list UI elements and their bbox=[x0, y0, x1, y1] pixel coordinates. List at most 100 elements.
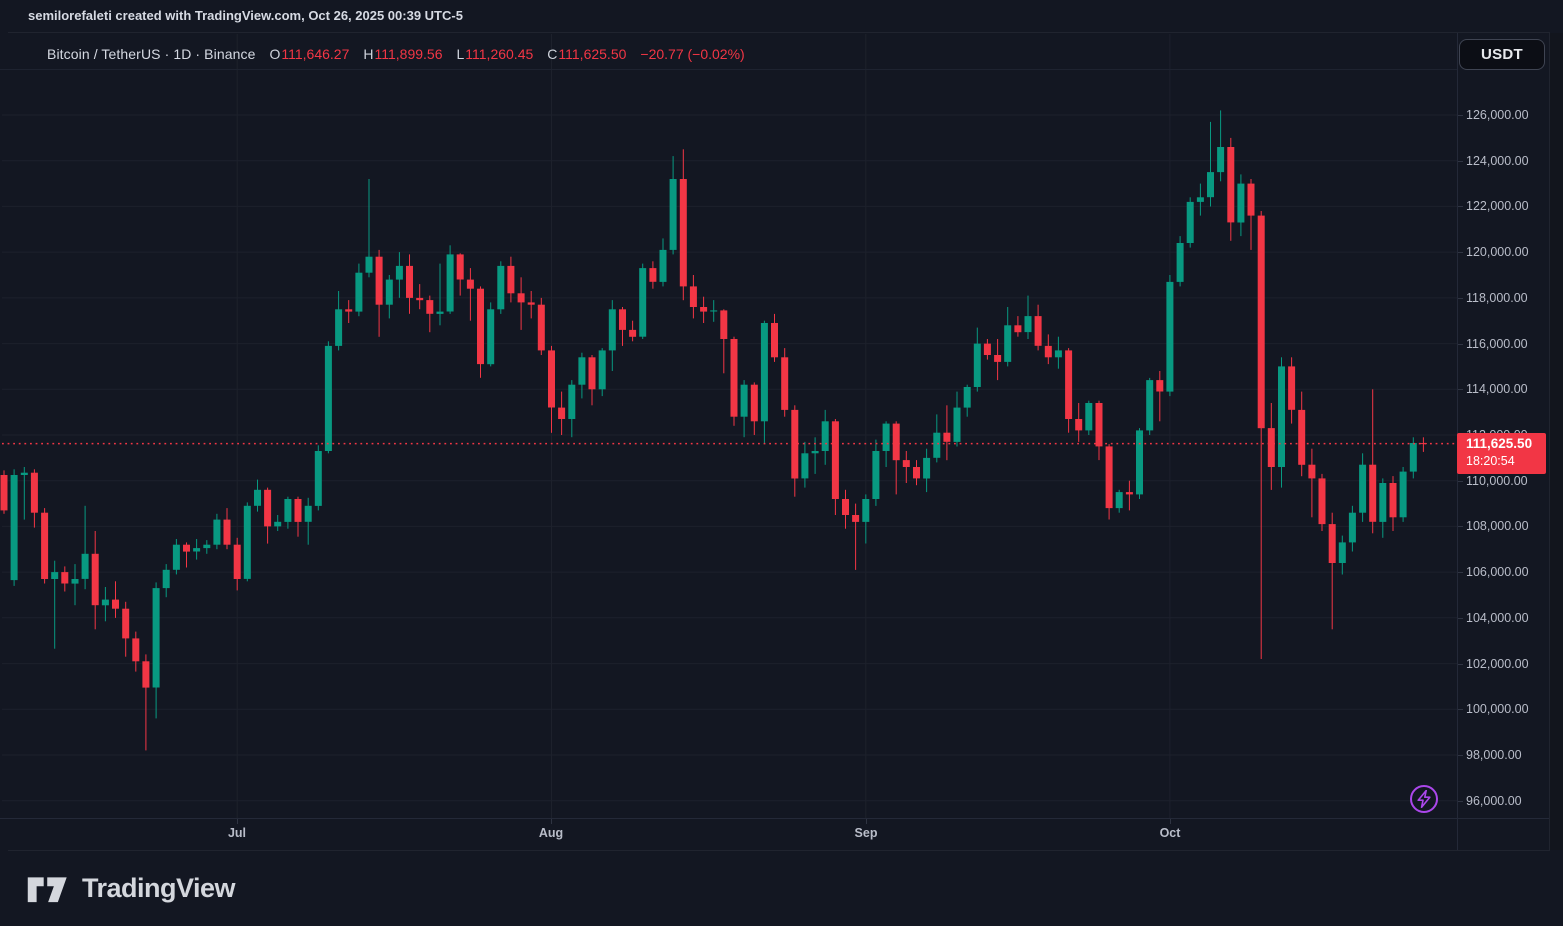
candle[interactable] bbox=[1227, 147, 1234, 222]
candle[interactable] bbox=[578, 357, 585, 384]
candle[interactable] bbox=[1359, 465, 1366, 513]
candle[interactable] bbox=[1106, 446, 1113, 508]
candle[interactable] bbox=[548, 350, 555, 407]
candle[interactable] bbox=[477, 289, 484, 364]
candle[interactable] bbox=[629, 330, 636, 337]
candle[interactable] bbox=[224, 520, 231, 545]
candle[interactable] bbox=[416, 298, 423, 300]
candle[interactable] bbox=[122, 609, 129, 639]
candle[interactable] bbox=[112, 600, 119, 609]
candle[interactable] bbox=[173, 545, 180, 570]
candle[interactable] bbox=[487, 309, 494, 364]
candle[interactable] bbox=[1349, 513, 1356, 543]
candle[interactable] bbox=[1379, 483, 1386, 522]
candle[interactable] bbox=[457, 254, 464, 279]
candle[interactable] bbox=[1369, 465, 1376, 522]
candle[interactable] bbox=[1096, 403, 1103, 446]
candle[interactable] bbox=[497, 266, 504, 309]
candle[interactable] bbox=[295, 499, 302, 522]
candle[interactable] bbox=[386, 280, 393, 305]
candle[interactable] bbox=[832, 421, 839, 499]
candle[interactable] bbox=[335, 309, 342, 346]
candle[interactable] bbox=[862, 499, 869, 522]
candle[interactable] bbox=[355, 273, 362, 312]
candle[interactable] bbox=[51, 572, 58, 579]
candle[interactable] bbox=[781, 357, 788, 410]
candle[interactable] bbox=[447, 254, 454, 311]
candle[interactable] bbox=[1197, 197, 1204, 202]
candle[interactable] bbox=[1288, 366, 1295, 409]
candle[interactable] bbox=[609, 309, 616, 350]
candle[interactable] bbox=[1217, 147, 1224, 172]
candle[interactable] bbox=[639, 268, 646, 337]
candle[interactable] bbox=[589, 357, 596, 389]
candle[interactable] bbox=[92, 554, 99, 605]
candle[interactable] bbox=[203, 545, 210, 548]
candle[interactable] bbox=[284, 499, 291, 522]
tradingview-logo[interactable]: TradingView bbox=[26, 870, 235, 906]
candle[interactable] bbox=[163, 570, 170, 588]
candle[interactable] bbox=[1126, 492, 1133, 494]
candle[interactable] bbox=[1025, 316, 1032, 332]
candle[interactable] bbox=[142, 661, 149, 687]
candle[interactable] bbox=[812, 451, 819, 453]
candle[interactable] bbox=[1166, 282, 1173, 392]
candle[interactable] bbox=[1146, 380, 1153, 430]
candle[interactable] bbox=[406, 266, 413, 298]
candle[interactable] bbox=[396, 266, 403, 280]
chart-svg[interactable] bbox=[0, 0, 1457, 822]
candle[interactable] bbox=[923, 458, 930, 479]
candle[interactable] bbox=[619, 309, 626, 330]
candle[interactable] bbox=[345, 309, 352, 311]
candle[interactable] bbox=[1339, 542, 1346, 563]
candlestick-chart[interactable] bbox=[0, 0, 1457, 827]
candle[interactable] bbox=[974, 344, 981, 387]
candle[interactable] bbox=[1268, 428, 1275, 467]
candle[interactable] bbox=[710, 310, 717, 311]
candle[interactable] bbox=[254, 490, 261, 506]
candle[interactable] bbox=[1065, 350, 1072, 419]
candle[interactable] bbox=[1207, 172, 1214, 197]
candle[interactable] bbox=[1237, 184, 1244, 223]
candle[interactable] bbox=[538, 305, 545, 351]
candle[interactable] bbox=[366, 257, 373, 273]
candle[interactable] bbox=[1116, 492, 1123, 508]
candle[interactable] bbox=[264, 490, 271, 527]
candle[interactable] bbox=[193, 548, 200, 551]
candle[interactable] bbox=[1410, 443, 1417, 472]
candle[interactable] bbox=[700, 307, 707, 312]
candle[interactable] bbox=[893, 424, 900, 461]
candle[interactable] bbox=[741, 385, 748, 417]
candle[interactable] bbox=[1298, 410, 1305, 465]
candle[interactable] bbox=[964, 387, 971, 408]
candle[interactable] bbox=[1136, 430, 1143, 494]
candle[interactable] bbox=[305, 506, 312, 522]
candle[interactable] bbox=[731, 339, 738, 417]
candle[interactable] bbox=[1075, 419, 1082, 430]
candle[interactable] bbox=[437, 312, 444, 314]
candle[interactable] bbox=[467, 280, 474, 289]
candle[interactable] bbox=[883, 424, 890, 451]
candle[interactable] bbox=[234, 545, 241, 579]
candle[interactable] bbox=[822, 421, 829, 451]
candle[interactable] bbox=[82, 554, 89, 579]
candle[interactable] bbox=[41, 513, 48, 579]
candle[interactable] bbox=[1400, 472, 1407, 518]
candle[interactable] bbox=[72, 579, 79, 584]
candle[interactable] bbox=[984, 344, 991, 355]
candle[interactable] bbox=[518, 293, 525, 302]
candle[interactable] bbox=[670, 179, 677, 250]
candle[interactable] bbox=[558, 408, 565, 419]
candle[interactable] bbox=[660, 250, 667, 282]
candle[interactable] bbox=[649, 268, 656, 282]
candle[interactable] bbox=[11, 475, 18, 580]
candle[interactable] bbox=[761, 323, 768, 421]
candle[interactable] bbox=[528, 302, 535, 304]
candle[interactable] bbox=[1187, 202, 1194, 243]
candle[interactable] bbox=[690, 286, 697, 307]
candle[interactable] bbox=[1278, 366, 1285, 467]
candle[interactable] bbox=[213, 520, 220, 545]
candle[interactable] bbox=[1, 475, 8, 510]
candle[interactable] bbox=[1085, 403, 1092, 430]
candle[interactable] bbox=[1308, 465, 1315, 479]
